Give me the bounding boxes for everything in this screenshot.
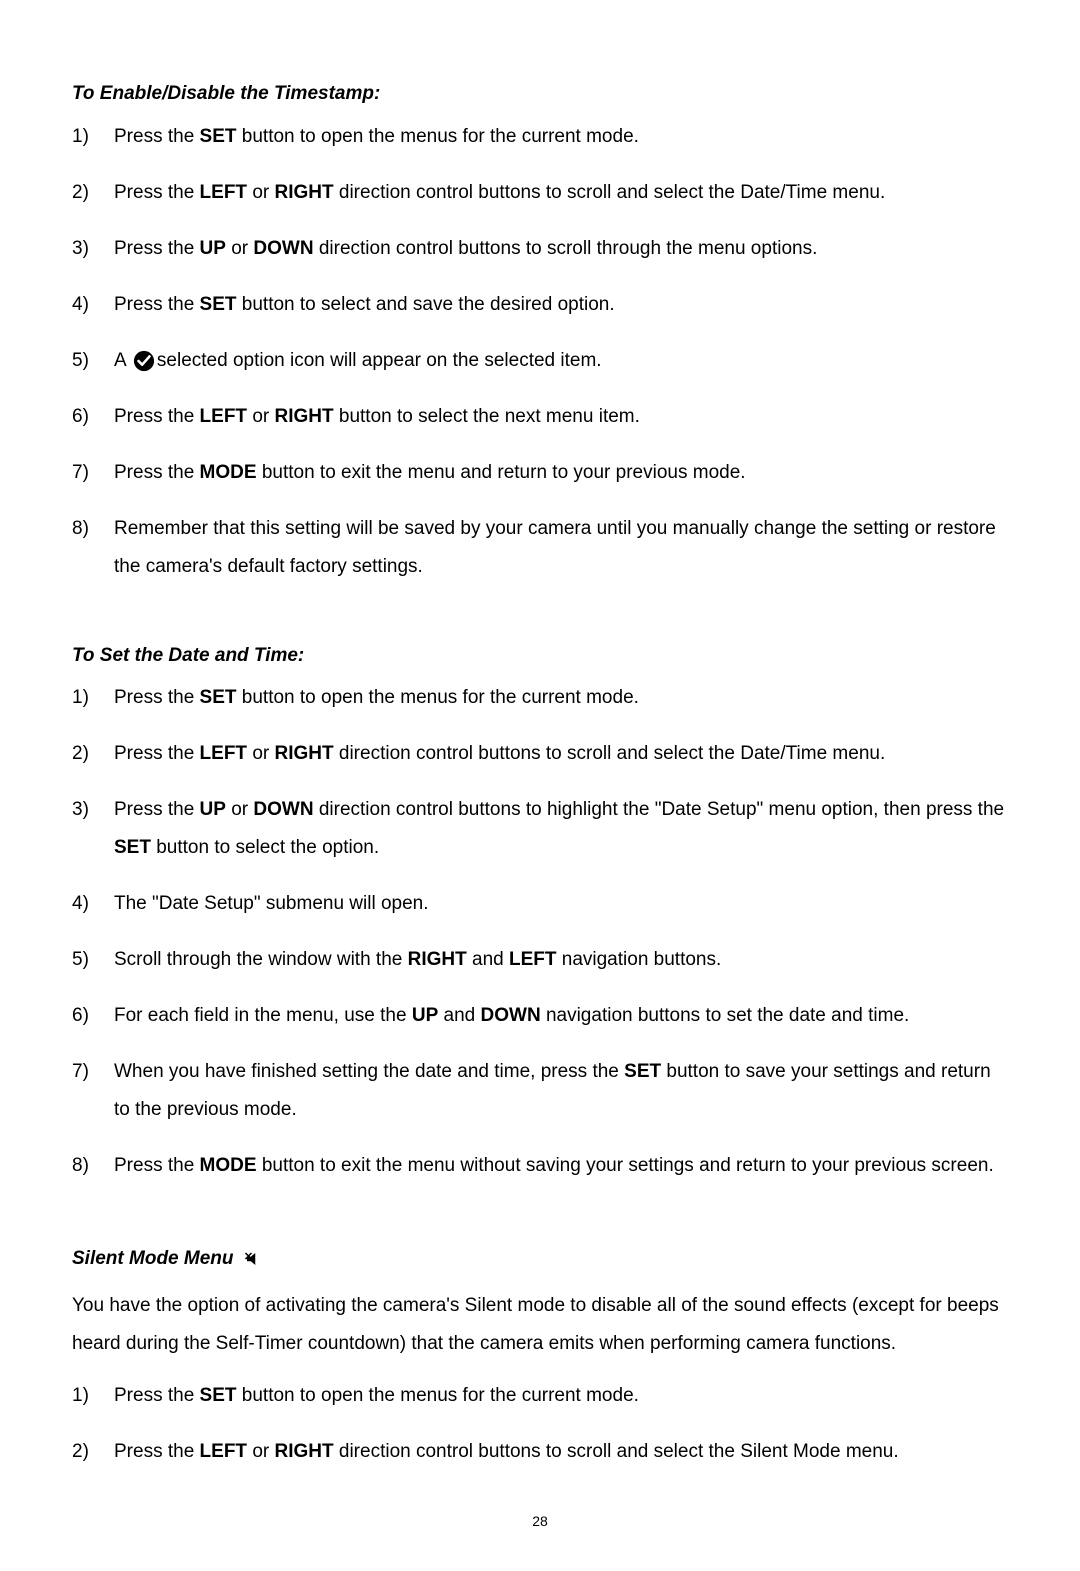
text: Scroll through the window with the <box>114 949 408 970</box>
text: direction control buttons to scroll and … <box>334 182 886 203</box>
text-bold: SET <box>200 126 237 147</box>
text: navigation buttons. <box>556 949 721 970</box>
text-bold: RIGHT <box>275 1441 334 1462</box>
list-item: For each field in the menu, use the UP a… <box>72 997 1008 1035</box>
text-bold: RIGHT <box>408 949 467 970</box>
text: Press the <box>114 182 200 203</box>
text-bold: SET <box>200 687 237 708</box>
text: Press the <box>114 1385 200 1406</box>
text: or <box>247 406 274 427</box>
text: The "Date Setup" submenu will open. <box>114 893 429 914</box>
list-item: Press the LEFT or RIGHT direction contro… <box>72 1433 1008 1471</box>
text: button to open the menus for the current… <box>237 1385 639 1406</box>
text: Press the <box>114 1441 200 1462</box>
text: Press the <box>114 743 200 764</box>
text: Press the <box>114 294 200 315</box>
text: and <box>467 949 509 970</box>
text-bold: SET <box>200 1385 237 1406</box>
mute-icon <box>244 1250 262 1268</box>
steps-set-date-time: Press the SET button to open the menus f… <box>72 679 1008 1185</box>
text: or <box>247 1441 274 1462</box>
text: or <box>247 743 274 764</box>
text-bold: DOWN <box>481 1005 541 1026</box>
text: selected option icon will appear on the … <box>157 350 602 371</box>
heading-set-date-time: To Set the Date and Time: <box>72 642 1008 670</box>
text-bold: RIGHT <box>275 182 334 203</box>
list-item: Press the SET button to open the menus f… <box>72 1377 1008 1415</box>
text-bold: LEFT <box>509 949 557 970</box>
list-item: Press the MODE button to exit the menu a… <box>72 454 1008 492</box>
text: Press the <box>114 126 200 147</box>
text-bold: LEFT <box>200 1441 248 1462</box>
list-item: Remember that this setting will be saved… <box>72 510 1008 586</box>
text: button to exit the menu without saving y… <box>257 1155 994 1176</box>
list-item: Press the LEFT or RIGHT direction contro… <box>72 735 1008 773</box>
list-item: The "Date Setup" submenu will open. <box>72 885 1008 923</box>
text-bold: UP <box>412 1005 438 1026</box>
text-bold: UP <box>200 799 226 820</box>
text: Press the <box>114 406 200 427</box>
text: direction control buttons to scroll and … <box>334 1441 899 1462</box>
heading-text: Silent Mode Menu <box>72 1245 234 1273</box>
text-bold: SET <box>200 294 237 315</box>
paragraph-silent-intro: You have the option of activating the ca… <box>72 1287 1008 1363</box>
text-bold: RIGHT <box>275 406 334 427</box>
text: navigation buttons to set the date and t… <box>541 1005 910 1026</box>
list-item: Press the UP or DOWN direction control b… <box>72 791 1008 867</box>
steps-silent-mode: Press the SET button to open the menus f… <box>72 1377 1008 1471</box>
text: direction control buttons to highlight t… <box>314 799 1005 820</box>
text-bold: DOWN <box>253 799 313 820</box>
text-bold: LEFT <box>200 406 248 427</box>
list-item: A selected option icon will appear on th… <box>72 342 1008 380</box>
text-bold: MODE <box>200 462 257 483</box>
page-number: 28 <box>72 1511 1008 1531</box>
list-item: Press the LEFT or RIGHT direction contro… <box>72 174 1008 212</box>
text: Press the <box>114 238 200 259</box>
list-item: Press the MODE button to exit the menu w… <box>72 1147 1008 1185</box>
heading-enable-disable-timestamp: To Enable/Disable the Timestamp: <box>72 80 1008 108</box>
text: button to select the next menu item. <box>334 406 640 427</box>
list-item: When you have finished setting the date … <box>72 1053 1008 1129</box>
text-bold: SET <box>114 837 151 858</box>
text-bold: SET <box>624 1061 661 1082</box>
text: button to select and save the desired op… <box>237 294 615 315</box>
list-item: Press the SET button to open the menus f… <box>72 679 1008 717</box>
text: button to open the menus for the current… <box>237 687 639 708</box>
list-item: Press the SET button to open the menus f… <box>72 118 1008 156</box>
check-circle-icon <box>133 350 155 372</box>
text: or <box>247 182 274 203</box>
text: or <box>226 238 253 259</box>
text: Remember that this setting will be saved… <box>114 518 996 577</box>
list-item: Scroll through the window with the RIGHT… <box>72 941 1008 979</box>
text-bold: MODE <box>200 1155 257 1176</box>
text: or <box>226 799 253 820</box>
list-item: Press the UP or DOWN direction control b… <box>72 230 1008 268</box>
heading-silent-mode: Silent Mode Menu <box>72 1245 1008 1273</box>
list-item: Press the LEFT or RIGHT button to select… <box>72 398 1008 436</box>
text: For each field in the menu, use the <box>114 1005 412 1026</box>
text: button to select the option. <box>151 837 379 858</box>
text: A <box>114 350 131 371</box>
text: When you have finished setting the date … <box>114 1061 624 1082</box>
text: direction control buttons to scroll thro… <box>314 238 818 259</box>
text: Press the <box>114 1155 200 1176</box>
text: button to open the menus for the current… <box>237 126 639 147</box>
text: Press the <box>114 462 200 483</box>
text-bold: RIGHT <box>275 743 334 764</box>
text: button to exit the menu and return to yo… <box>257 462 746 483</box>
text-bold: DOWN <box>253 238 313 259</box>
text-bold: LEFT <box>200 182 248 203</box>
text: direction control buttons to scroll and … <box>334 743 886 764</box>
steps-enable-disable-timestamp: Press the SET button to open the menus f… <box>72 118 1008 586</box>
text-bold: LEFT <box>200 743 248 764</box>
text: and <box>438 1005 480 1026</box>
list-item: Press the SET button to select and save … <box>72 286 1008 324</box>
text-bold: UP <box>200 238 226 259</box>
text: Press the <box>114 799 200 820</box>
text: Press the <box>114 687 200 708</box>
